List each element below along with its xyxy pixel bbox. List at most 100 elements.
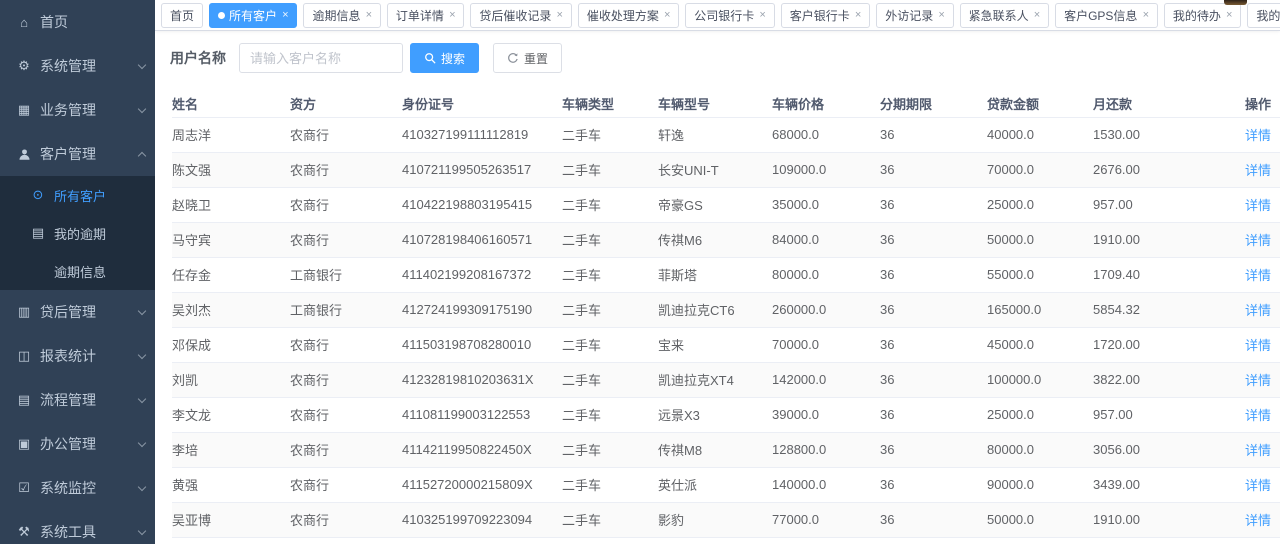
sidebar-item-8[interactable]: ☑系统监控	[0, 466, 155, 510]
close-icon[interactable]: ×	[938, 10, 944, 21]
tab-6[interactable]: 公司银行卡×	[685, 3, 774, 28]
close-icon[interactable]: ×	[759, 10, 765, 21]
search-button[interactable]: 搜索	[410, 43, 479, 73]
sidebar-item-3[interactable]: 客户管理	[0, 132, 155, 176]
chevron-down-icon	[138, 394, 146, 402]
customer-name-input[interactable]	[239, 43, 403, 73]
detail-link[interactable]: 详情	[1245, 408, 1271, 423]
detail-link[interactable]: 详情	[1245, 373, 1271, 388]
cell-vehicle-type: 二手车	[562, 467, 658, 502]
refresh-icon	[507, 52, 519, 64]
cell-term: 36	[880, 432, 987, 467]
sidebar-subitem-3-2[interactable]: 逾期信息	[0, 252, 155, 290]
sidebar-item-4[interactable]: ▥贷后管理	[0, 290, 155, 334]
cell-vehicle-model: 传祺M6	[658, 222, 772, 257]
close-icon[interactable]: ×	[1142, 10, 1148, 21]
cell-vehicle-type: 二手车	[562, 397, 658, 432]
sidebar-item-9[interactable]: ⚒系统工具	[0, 510, 155, 544]
cell-loan-amount: 50000.0	[987, 222, 1093, 257]
close-icon[interactable]: ×	[282, 10, 288, 21]
close-icon[interactable]: ×	[664, 10, 670, 21]
detail-link[interactable]: 详情	[1245, 303, 1271, 318]
table-row: 李培农商行41142119950822450X二手车传祺M8128800.036…	[172, 432, 1280, 467]
tab-10[interactable]: 客户GPS信息×	[1055, 3, 1158, 28]
cell-funder: 农商行	[290, 152, 402, 187]
cell-loan-amount: 80000.0	[987, 432, 1093, 467]
detail-link[interactable]: 详情	[1245, 478, 1271, 493]
cell-name: 吴刘杰	[172, 292, 290, 327]
sidebar-item-7[interactable]: ▣办公管理	[0, 422, 155, 466]
avatar[interactable]	[1224, 0, 1247, 5]
detail-link[interactable]: 详情	[1245, 163, 1271, 178]
tab-12[interactable]: 我的流程×	[1247, 3, 1280, 28]
tab-4[interactable]: 贷后催收记录×	[470, 3, 571, 28]
cell-term: 36	[880, 152, 987, 187]
column-header: 车辆价格	[772, 90, 880, 117]
cell-funder: 农商行	[290, 397, 402, 432]
detail-link[interactable]: 详情	[1245, 513, 1271, 528]
cell-id-number	[402, 537, 562, 544]
sidebar-item-2[interactable]: ▦业务管理	[0, 88, 155, 132]
close-icon[interactable]: ×	[855, 10, 861, 21]
cell-name: 任存金	[172, 257, 290, 292]
cell-monthly-payment: 1709.40	[1093, 257, 1245, 292]
reset-button[interactable]: 重置	[493, 43, 562, 73]
cell-monthly-payment: 3056.00	[1093, 432, 1245, 467]
sidebar-item-label: 系统监控	[40, 478, 96, 498]
cell-term: 36	[880, 327, 987, 362]
sidebar-item-1[interactable]: ⚙系统管理	[0, 44, 155, 88]
cell-vehicle-model: 凯迪拉克CT6	[658, 292, 772, 327]
cell-vehicle-price: 84000.0	[772, 222, 880, 257]
tab-9[interactable]: 紧急联系人×	[960, 3, 1049, 28]
tab-5[interactable]: 催收处理方案×	[578, 3, 679, 28]
cell-monthly-payment: 1720.00	[1093, 327, 1245, 362]
cell-id-number: 41142119950822450X	[402, 432, 562, 467]
cell-name: 刘凯	[172, 362, 290, 397]
cell-term: 36	[880, 187, 987, 222]
tab-0[interactable]: 首页	[161, 3, 203, 28]
close-icon[interactable]: ×	[365, 10, 371, 21]
search-label: 用户名称	[170, 48, 226, 68]
chevron-down-icon	[138, 104, 146, 112]
cell-vehicle-model: 轩逸	[658, 117, 772, 152]
cell-vehicle-type: 二手车	[562, 152, 658, 187]
cell-actions: 详情	[1245, 222, 1280, 257]
detail-link[interactable]: 详情	[1245, 338, 1271, 353]
cell-funder: 农商行	[290, 327, 402, 362]
chevron-down-icon	[138, 306, 146, 314]
cell-vehicle-price: 140000.0	[772, 467, 880, 502]
tab-11[interactable]: 我的待办×	[1164, 3, 1241, 28]
detail-link[interactable]: 详情	[1245, 233, 1271, 248]
sidebar-subitem-3-1[interactable]: ▤我的逾期	[0, 214, 155, 252]
cell-actions: 详情	[1245, 502, 1280, 537]
table-row: 吴亚博农商行410325199709223094二手车影豹77000.03650…	[172, 502, 1280, 537]
cell-vehicle-type: 二手车	[562, 432, 658, 467]
sidebar-item-0[interactable]: ⌂首页	[0, 0, 155, 44]
close-icon[interactable]: ×	[1226, 10, 1232, 21]
detail-link[interactable]: 详情	[1245, 198, 1271, 213]
tab-3[interactable]: 订单详情×	[387, 3, 464, 28]
sidebar-item-6[interactable]: ▤流程管理	[0, 378, 155, 422]
table-row: 黄强农商行41152720000215809X二手车英仕派140000.0369…	[172, 467, 1280, 502]
sidebar-subitem-3-0[interactable]: ⊙所有客户	[0, 176, 155, 214]
cell-name: 吴亚博	[172, 502, 290, 537]
sidebar-item-5[interactable]: ◫报表统计	[0, 334, 155, 378]
cell-vehicle-type: 二手车	[562, 327, 658, 362]
cell-term: 36	[880, 257, 987, 292]
tab-8[interactable]: 外访记录×	[876, 3, 953, 28]
tab-2[interactable]: 逾期信息×	[303, 3, 380, 28]
search-form: 用户名称 搜索 重置	[170, 43, 1280, 73]
cell-id-number: 41152720000215809X	[402, 467, 562, 502]
table-row: 王明伟农商行二手车轩逸详情	[172, 537, 1280, 544]
tab-1[interactable]: 所有客户×	[209, 3, 297, 28]
detail-link[interactable]: 详情	[1245, 443, 1271, 458]
detail-link[interactable]: 详情	[1245, 128, 1271, 143]
cell-vehicle-model: 传祺M8	[658, 432, 772, 467]
tab-7[interactable]: 客户银行卡×	[781, 3, 870, 28]
cell-actions: 详情	[1245, 432, 1280, 467]
close-icon[interactable]: ×	[556, 10, 562, 21]
cell-monthly-payment	[1093, 537, 1245, 544]
close-icon[interactable]: ×	[449, 10, 455, 21]
detail-link[interactable]: 详情	[1245, 268, 1271, 283]
close-icon[interactable]: ×	[1034, 10, 1040, 21]
